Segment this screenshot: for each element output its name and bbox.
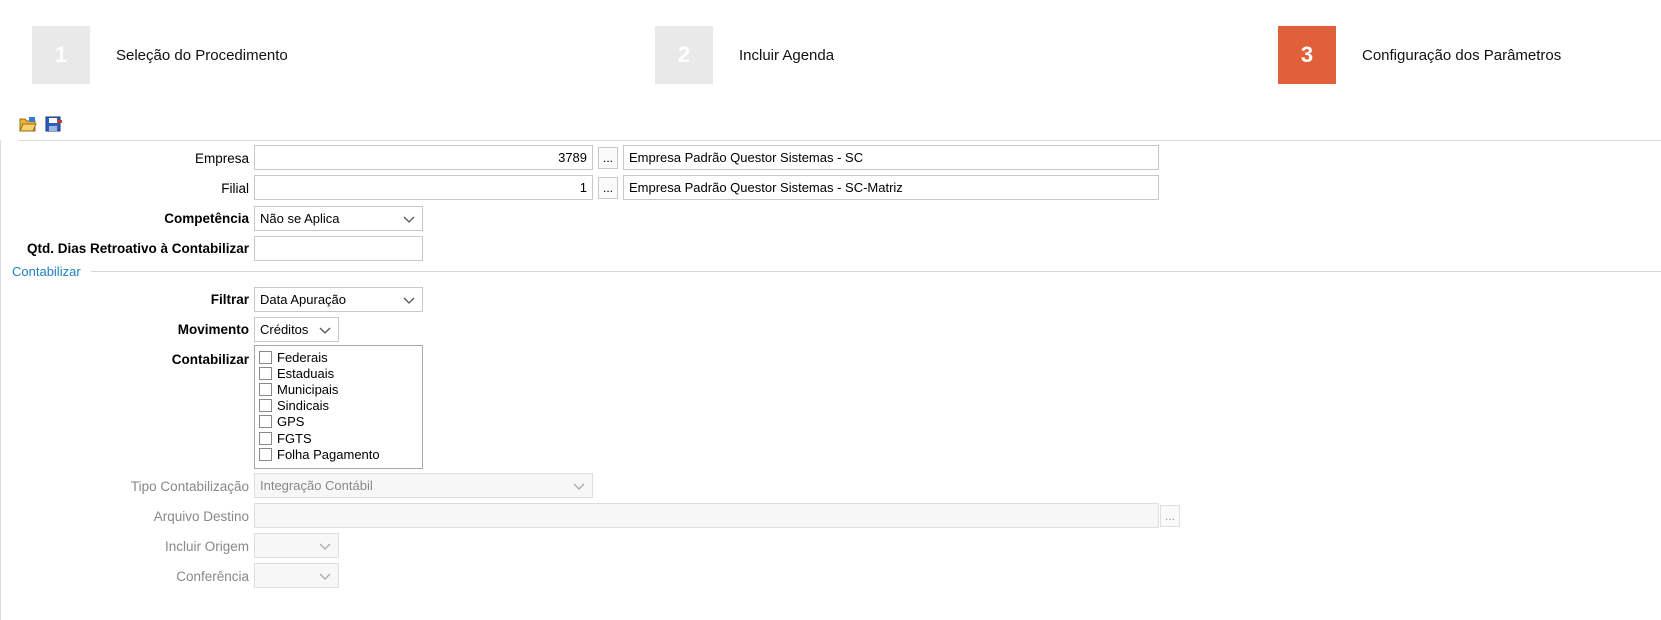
empresa-lookup-button[interactable]: ...	[598, 147, 618, 169]
contabilizar-label: Contabilizar	[171, 352, 249, 367]
checkbox-municipais[interactable]: Municipais	[259, 381, 418, 397]
arquivo-destino-browse-button[interactable]: ...	[1160, 505, 1180, 527]
empresa-name-field: Empresa Padrão Questor Sistemas - SC	[623, 145, 1159, 170]
checkbox-box[interactable]	[259, 399, 272, 413]
chevron-down-icon	[403, 297, 415, 304]
checkbox-sindicais[interactable]: Sindicais	[259, 398, 418, 414]
tipo-contabilizacao-label: Tipo Contabilização	[130, 479, 249, 494]
step-1-number: 1	[32, 26, 90, 84]
filtrar-select[interactable]: Data Apuração	[254, 287, 423, 312]
step-3[interactable]: 3 Configuração dos Parâmetros	[1278, 26, 1561, 84]
incluir-origem-label: Incluir Origem	[164, 539, 249, 554]
filtrar-label: Filtrar	[210, 292, 249, 307]
filial-lookup-button[interactable]: ...	[598, 177, 618, 199]
checkbox-box[interactable]	[259, 382, 272, 396]
empresa-code-input[interactable]: 3789	[254, 145, 593, 170]
checkbox-fgts[interactable]: FGTS	[259, 430, 418, 446]
step-3-number: 3	[1278, 26, 1336, 84]
competencia-select[interactable]: Não se Aplica	[254, 206, 423, 231]
qtd-dias-input[interactable]	[254, 236, 423, 261]
checkbox-label: FGTS	[277, 430, 312, 446]
checkbox-box[interactable]	[259, 431, 272, 445]
toolbar-divider	[18, 140, 1661, 141]
checkbox-folha-pagamento[interactable]: Folha Pagamento	[259, 446, 418, 462]
wizard-steps: 1 Seleção do Procedimento 2 Incluir Agen…	[0, 0, 1661, 100]
incluir-origem-select[interactable]	[254, 533, 339, 558]
empresa-label: Empresa	[194, 151, 249, 166]
checkbox-label: Federais	[277, 349, 328, 365]
movimento-value: Créditos	[260, 322, 309, 337]
filial-name-field: Empresa Padrão Questor Sistemas - SC-Mat…	[623, 175, 1159, 200]
chevron-down-icon	[319, 543, 331, 550]
checkbox-label: GPS	[277, 414, 305, 430]
checkbox-box[interactable]	[259, 350, 272, 364]
qtd-dias-label: Qtd. Dias Retroativo à Contabilizar	[26, 241, 249, 256]
checkbox-label: Folha Pagamento	[277, 446, 380, 462]
checkbox-box[interactable]	[259, 415, 272, 429]
chevron-down-icon	[573, 483, 585, 490]
panel-left-border	[0, 140, 1, 620]
contabilizar-section: Contabilizar	[12, 262, 1661, 280]
conferencia-select[interactable]	[254, 563, 339, 588]
tipo-contabilizacao-select[interactable]: Integração Contábil	[254, 473, 593, 498]
chevron-down-icon	[319, 573, 331, 580]
filtrar-value: Data Apuração	[260, 292, 347, 307]
section-divider	[90, 270, 1661, 272]
contabilizar-checklist: Federais Estaduais Municipais Sindicais …	[254, 345, 423, 469]
conferencia-label: Conferência	[176, 569, 249, 584]
checkbox-label: Sindicais	[277, 398, 330, 414]
step-1[interactable]: 1 Seleção do Procedimento	[32, 26, 288, 84]
checkbox-label: Municipais	[277, 381, 339, 397]
step-2-label: Incluir Agenda	[739, 46, 835, 64]
arquivo-destino-label: Arquivo Destino	[153, 509, 249, 524]
toolbar	[18, 114, 64, 134]
step-1-label: Seleção do Procedimento	[116, 46, 288, 64]
step-2-number: 2	[655, 26, 713, 84]
checkbox-federais[interactable]: Federais	[259, 349, 418, 365]
checkbox-box[interactable]	[259, 366, 272, 380]
competencia-value: Não se Aplica	[260, 211, 340, 226]
step-3-label: Configuração dos Parâmetros	[1362, 46, 1562, 64]
checkbox-box[interactable]	[259, 447, 272, 461]
section-title: Contabilizar	[12, 263, 81, 279]
checkbox-label: Estaduais	[277, 365, 335, 381]
arquivo-destino-input[interactable]	[254, 503, 1159, 528]
step-2[interactable]: 2 Incluir Agenda	[655, 26, 834, 84]
open-folder-icon[interactable]	[18, 114, 38, 134]
tipo-contabilizacao-value: Integração Contábil	[260, 478, 373, 493]
save-icon[interactable]	[44, 114, 64, 134]
filial-code-input[interactable]: 1	[254, 175, 593, 200]
competencia-label: Competência	[164, 211, 249, 226]
checkbox-gps[interactable]: GPS	[259, 414, 418, 430]
checkbox-estaduais[interactable]: Estaduais	[259, 365, 418, 381]
chevron-down-icon	[403, 216, 415, 223]
chevron-down-icon	[319, 327, 331, 334]
movimento-select[interactable]: Créditos	[254, 317, 339, 342]
movimento-label: Movimento	[177, 322, 249, 337]
filial-label: Filial	[221, 181, 249, 196]
